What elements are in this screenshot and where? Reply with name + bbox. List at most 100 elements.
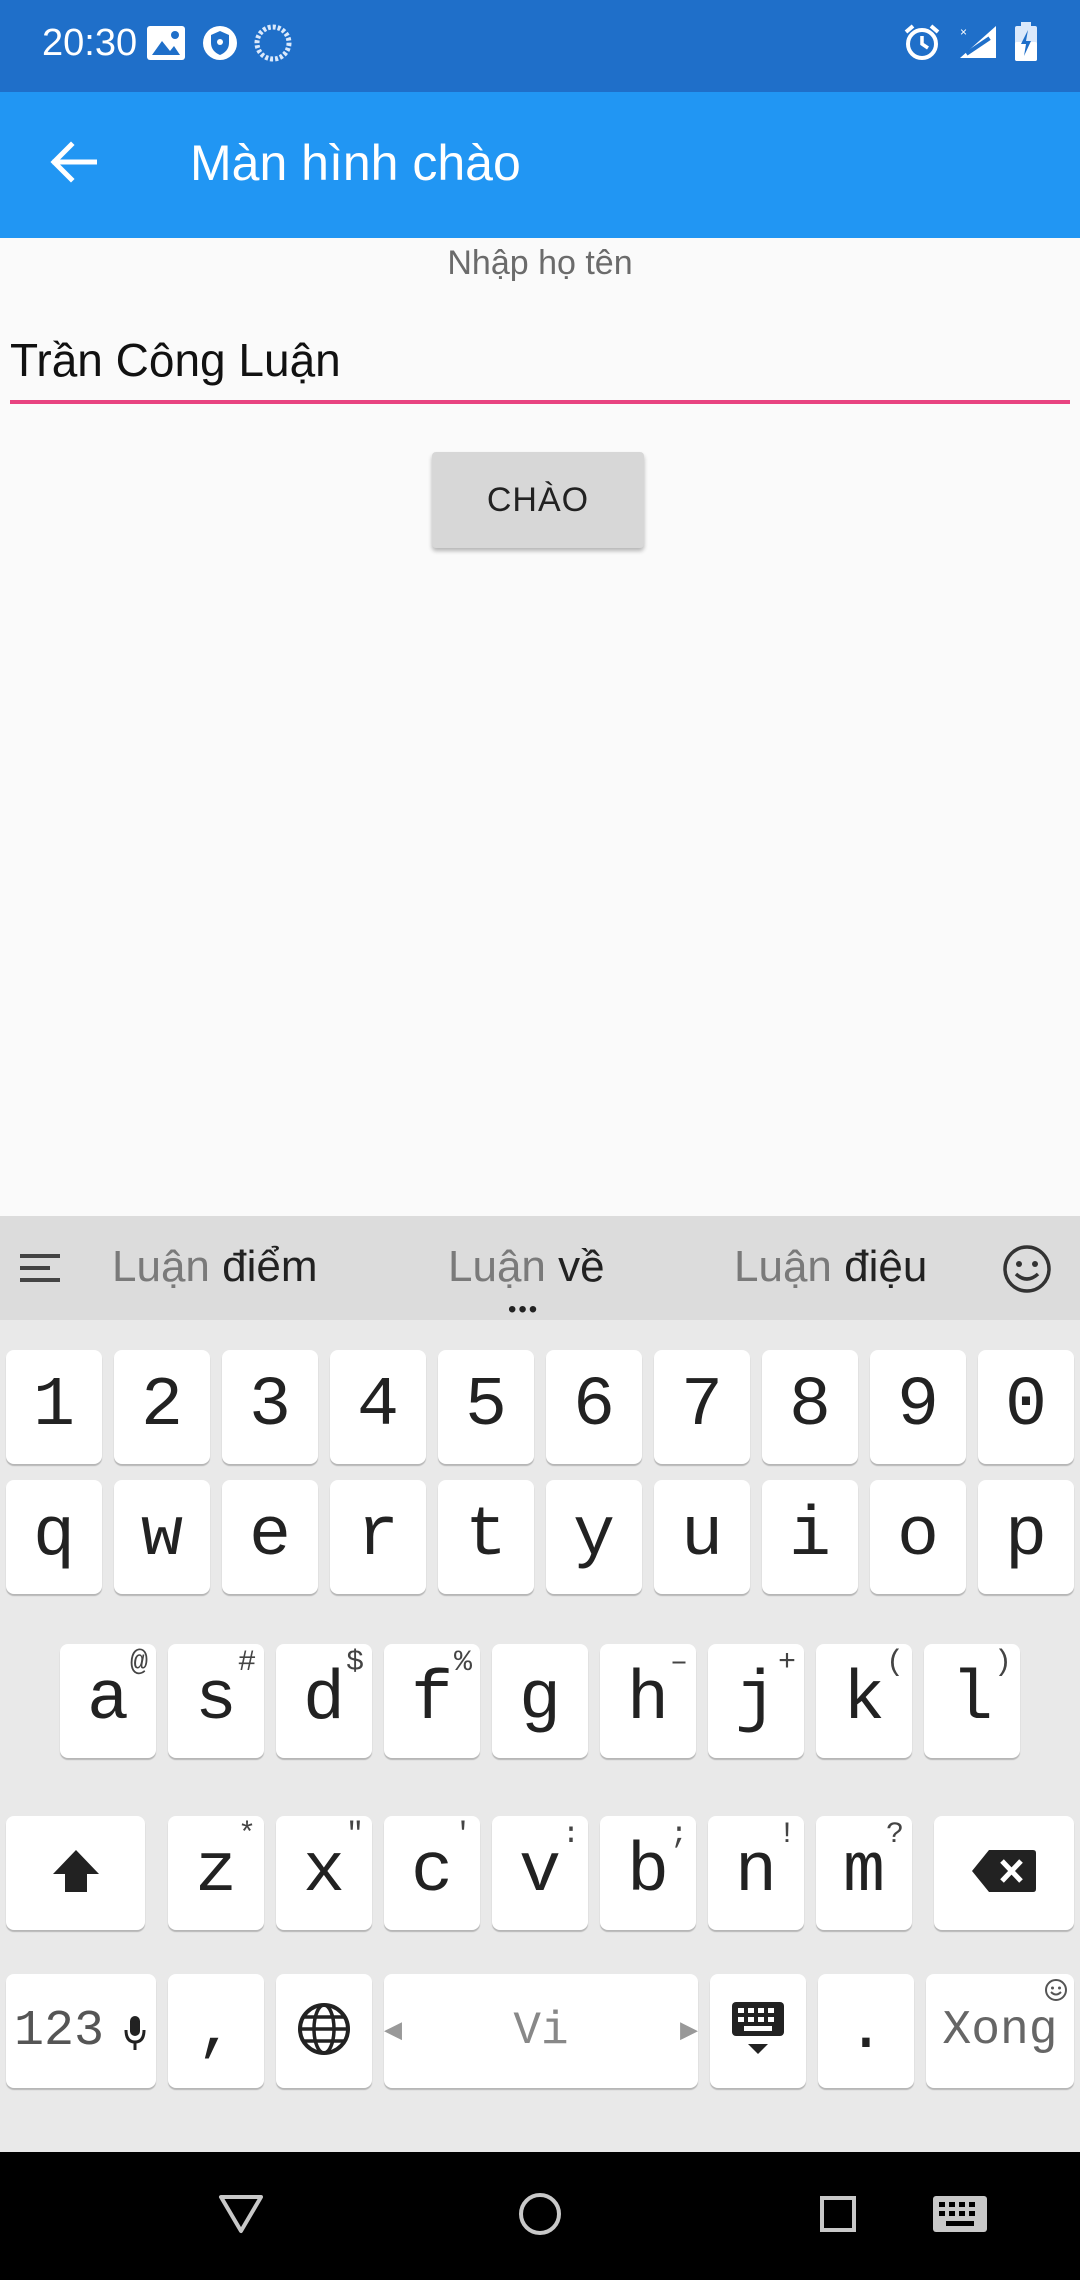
nav-home-icon: [518, 2192, 562, 2241]
letter-key-label: u: [680, 1497, 723, 1576]
more-suggestions-dots[interactable]: •••: [508, 1298, 539, 1322]
letter-key[interactable]: h –: [600, 1644, 696, 1758]
suggestion-word: điểm: [222, 1242, 318, 1291]
letter-key-hint: *: [237, 1818, 256, 1852]
letter-key[interactable]: u: [654, 1480, 750, 1594]
number-key-label: 4: [356, 1367, 399, 1446]
letter-key[interactable]: l): [924, 1644, 1020, 1758]
letter-key[interactable]: q: [6, 1480, 102, 1594]
number-key[interactable]: 5: [438, 1350, 534, 1464]
letter-key[interactable]: o: [870, 1480, 966, 1594]
svg-text:×: ×: [960, 25, 967, 39]
letter-key[interactable]: k(: [816, 1644, 912, 1758]
shift-key[interactable]: [6, 1816, 145, 1930]
number-key[interactable]: 9: [870, 1350, 966, 1464]
letter-key[interactable]: g: [492, 1644, 588, 1758]
letter-key[interactable]: s #: [168, 1644, 264, 1758]
letter-key-label: r: [356, 1497, 399, 1576]
emoji-icon[interactable]: [1002, 1244, 1052, 1294]
suggestion-prefix: Luận: [112, 1242, 210, 1291]
letter-key[interactable]: y: [546, 1480, 642, 1594]
hide-keyboard-key[interactable]: [710, 1974, 806, 2088]
comma-key[interactable]: ,: [168, 1974, 264, 2088]
app-bar: Màn hình chào: [0, 92, 1080, 238]
number-key[interactable]: 2: [114, 1350, 210, 1464]
letter-key[interactable]: c ': [384, 1816, 480, 1930]
letter-key[interactable]: i: [762, 1480, 858, 1594]
suggestion-item[interactable]: Luận điểm: [112, 1242, 318, 1292]
letter-key-label: n: [734, 1833, 777, 1912]
symbols-label: 123: [14, 2002, 105, 2060]
backspace-key[interactable]: [934, 1816, 1074, 1930]
letter-key-label: c: [410, 1833, 453, 1912]
letter-key-label: g: [518, 1661, 561, 1740]
letter-key[interactable]: v:: [492, 1816, 588, 1930]
suggestion-prefix: Luận: [734, 1242, 832, 1291]
letter-key-hint: ": [345, 1818, 364, 1852]
letter-key-label: d: [302, 1661, 345, 1740]
space-key[interactable]: ◀ Vi ▶: [384, 1974, 698, 2088]
back-button[interactable]: [38, 129, 108, 199]
status-bar: 20:30 ×: [0, 0, 1080, 92]
number-key[interactable]: 6: [546, 1350, 642, 1464]
status-right-icons: ×: [902, 22, 1038, 67]
status-time: 20:30: [42, 22, 138, 64]
number-key-label: 9: [896, 1367, 939, 1446]
letter-key[interactable]: f%: [384, 1644, 480, 1758]
suggestion-item[interactable]: Luận về: [448, 1242, 605, 1292]
nav-recents-button[interactable]: [808, 2186, 868, 2246]
letter-key[interactable]: w: [114, 1480, 210, 1594]
letter-key[interactable]: m?: [816, 1816, 912, 1930]
letter-key-label: z: [194, 1833, 237, 1912]
hello-button[interactable]: CHÀO: [432, 452, 644, 548]
done-key[interactable]: Xong: [926, 1974, 1074, 2088]
nav-home-button[interactable]: [510, 2186, 570, 2246]
signal-icon: ×: [958, 24, 998, 65]
symbols-key[interactable]: 123: [6, 1974, 156, 2088]
letter-key[interactable]: p: [978, 1480, 1074, 1594]
letter-key[interactable]: b;: [600, 1816, 696, 1930]
letter-key[interactable]: a @: [60, 1644, 156, 1758]
back-arrow-icon: [49, 140, 98, 188]
letter-key-hint: !: [777, 1818, 796, 1852]
number-key[interactable]: 7: [654, 1350, 750, 1464]
letter-key[interactable]: z *: [168, 1816, 264, 1930]
navigation-bar: [0, 2152, 1080, 2280]
number-key[interactable]: 4: [330, 1350, 426, 1464]
letter-key-label: x: [302, 1833, 345, 1912]
nav-back-icon: [218, 2194, 264, 2239]
number-key[interactable]: 3: [222, 1350, 318, 1464]
letter-key-label: a: [86, 1661, 129, 1740]
suggestion-item[interactable]: Luận điệu: [734, 1242, 927, 1292]
letter-key-hint: $: [345, 1646, 364, 1680]
letter-key[interactable]: r: [330, 1480, 426, 1594]
letter-key-hint: (: [885, 1646, 904, 1680]
letter-key[interactable]: x ": [276, 1816, 372, 1930]
nav-keyboard-button[interactable]: [930, 2186, 990, 2246]
status-left-icons: [146, 24, 292, 67]
shift-icon: [51, 1848, 101, 1899]
page-title: Màn hình chào: [190, 135, 521, 191]
letter-key[interactable]: e: [222, 1480, 318, 1594]
number-key[interactable]: 8: [762, 1350, 858, 1464]
keyboard-icon: [730, 2000, 786, 2063]
language-key[interactable]: [276, 1974, 372, 2088]
letter-key-hint: +: [777, 1646, 796, 1680]
letter-key-label: h: [626, 1661, 669, 1740]
letter-key-hint: :: [561, 1818, 580, 1852]
period-key[interactable]: .: [818, 1974, 914, 2088]
vpn-shield-icon: [202, 24, 238, 67]
letter-key-hint: –: [669, 1646, 688, 1680]
letter-key[interactable]: t: [438, 1480, 534, 1594]
menu-icon[interactable]: [18, 1246, 64, 1290]
backspace-icon: [971, 1848, 1037, 1899]
nav-back-button[interactable]: [211, 2186, 271, 2246]
alarm-icon: [902, 22, 942, 67]
letter-key-label: j: [734, 1661, 777, 1740]
name-input[interactable]: [10, 320, 1070, 404]
letter-key[interactable]: n!: [708, 1816, 804, 1930]
letter-key[interactable]: d $: [276, 1644, 372, 1758]
number-key[interactable]: 0: [978, 1350, 1074, 1464]
letter-key[interactable]: j +: [708, 1644, 804, 1758]
number-key[interactable]: 1: [6, 1350, 102, 1464]
